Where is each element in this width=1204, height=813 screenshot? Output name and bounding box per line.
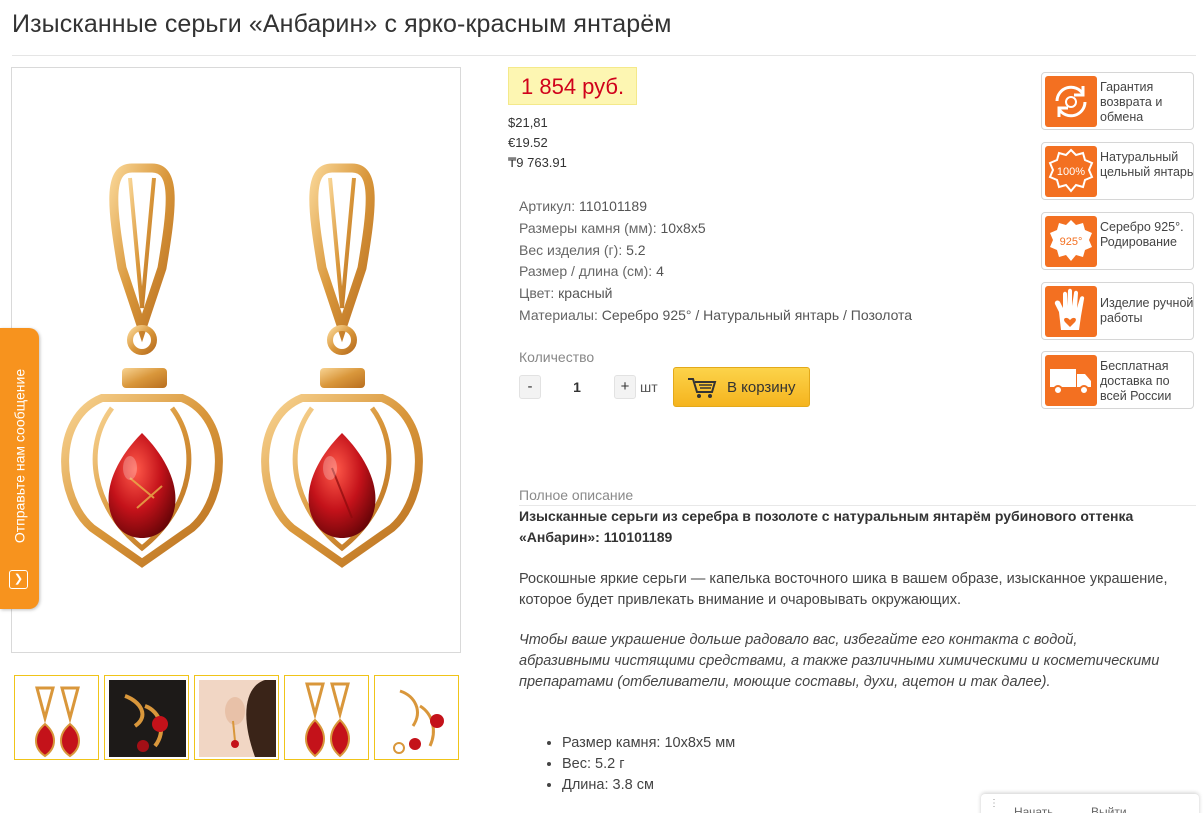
quantity-label: Количество bbox=[519, 349, 595, 365]
earring-right bbox=[261, 163, 423, 568]
silver-925-icon: 925° bbox=[1045, 216, 1097, 267]
add-to-cart-label: В корзину bbox=[727, 379, 796, 396]
natural-amber-100-icon: 100% bbox=[1045, 146, 1097, 197]
quantity-minus-button[interactable]: - bbox=[519, 375, 541, 399]
badge-natural-text: Натуральный цельный янтарь bbox=[1100, 150, 1194, 179]
send-message-label: Отправьте нам сообщение bbox=[11, 368, 28, 544]
delivery-truck-icon bbox=[1045, 355, 1097, 406]
description-list: Размер камня: 10x8x5 мм Вес: 5.2 г Длина… bbox=[545, 733, 735, 796]
page-title: Изысканные серьги «Анбарин» с ярко-красн… bbox=[12, 10, 672, 38]
earring-left bbox=[61, 163, 223, 568]
thumbnail-3[interactable] bbox=[194, 675, 279, 760]
description-paragraph: Роскошные яркие серьги — капелька восточ… bbox=[519, 571, 1168, 608]
quantity-unit: шт bbox=[640, 379, 658, 395]
description-heading: Изысканные серьги из серебра в позолоте … bbox=[519, 508, 1134, 545]
svg-text:925°: 925° bbox=[1060, 236, 1083, 248]
spec-article: Артикул: 110101189 bbox=[519, 198, 647, 214]
main-product-image[interactable] bbox=[11, 67, 461, 653]
price-main: 1 854 руб. bbox=[521, 74, 625, 99]
widget-tab-start[interactable]: Начать bbox=[1014, 805, 1054, 813]
cart-icon bbox=[688, 378, 717, 398]
list-item: Длина: 3.8 см bbox=[562, 775, 735, 796]
return-exchange-icon bbox=[1045, 76, 1097, 127]
price-usd: $21,81 bbox=[508, 115, 548, 130]
quantity-input[interactable] bbox=[548, 374, 606, 400]
drag-handle-icon[interactable]: ⋮ bbox=[989, 799, 999, 813]
widget-tab-exit[interactable]: Выйти bbox=[1091, 805, 1127, 813]
badge-return-text: Гарантия возврата и обмена bbox=[1100, 80, 1163, 124]
badge-delivery-text: Бесплатная доставка по всей России bbox=[1100, 359, 1172, 403]
badge-return-exchange[interactable]: Гарантия возврата и обмена bbox=[1041, 72, 1194, 130]
spec-weight: Вес изделия (г): 5.2 bbox=[519, 241, 646, 258]
full-description-label: Полное описание bbox=[519, 487, 634, 503]
badge-natural-amber[interactable]: 100% Натуральный цельный янтарь bbox=[1041, 142, 1194, 200]
care-instructions: Чтобы ваше украшение дольше радовало вас… bbox=[519, 632, 1160, 690]
title-divider bbox=[12, 55, 1196, 56]
send-message-tab[interactable]: Отправьте нам сообщение ❯ bbox=[0, 328, 39, 609]
chat-widget[interactable]: ⋮ Начать Выйти bbox=[981, 794, 1199, 813]
badge-silver-text: Серебро 925°. Родирование bbox=[1100, 220, 1184, 249]
badge-handmade[interactable]: Изделие ручной работы bbox=[1041, 282, 1194, 340]
message-icon: ❯ bbox=[9, 570, 28, 589]
badge-handmade-text: Изделие ручной работы bbox=[1100, 296, 1194, 325]
list-item: Размер камня: 10x8x5 мм bbox=[562, 733, 735, 754]
price-eur: €19.52 bbox=[508, 135, 548, 150]
badge-delivery[interactable]: Бесплатная доставка по всей России bbox=[1041, 351, 1194, 409]
thumbnail-1[interactable] bbox=[14, 675, 99, 760]
thumbnail-4[interactable] bbox=[284, 675, 369, 760]
list-item: Вес: 5.2 г bbox=[562, 754, 735, 775]
svg-text:100%: 100% bbox=[1057, 166, 1085, 178]
price-kzt: ₸9 763.91 bbox=[508, 155, 567, 170]
add-to-cart-button[interactable]: В корзину bbox=[673, 367, 810, 407]
thumbnail-5[interactable] bbox=[374, 675, 459, 760]
quantity-plus-button[interactable]: + bbox=[614, 375, 636, 399]
product-specs: Артикул: 110101189 Размеры камня (мм): 1… bbox=[519, 196, 912, 327]
badge-silver[interactable]: 925° Серебро 925°. Родирование bbox=[1041, 212, 1194, 270]
spec-length: Размер / длина (см): 4 bbox=[519, 263, 664, 280]
spec-stone-size: Размеры камня (мм): 10x8x5 bbox=[519, 219, 706, 236]
handmade-hand-icon bbox=[1045, 286, 1097, 337]
thumbnail-2[interactable] bbox=[104, 675, 189, 760]
spec-color: Цвет: красный bbox=[519, 285, 613, 302]
spec-materials: Материалы: Серебро 925° / Натуральный ян… bbox=[519, 306, 913, 323]
price-box: 1 854 руб. bbox=[508, 67, 637, 105]
